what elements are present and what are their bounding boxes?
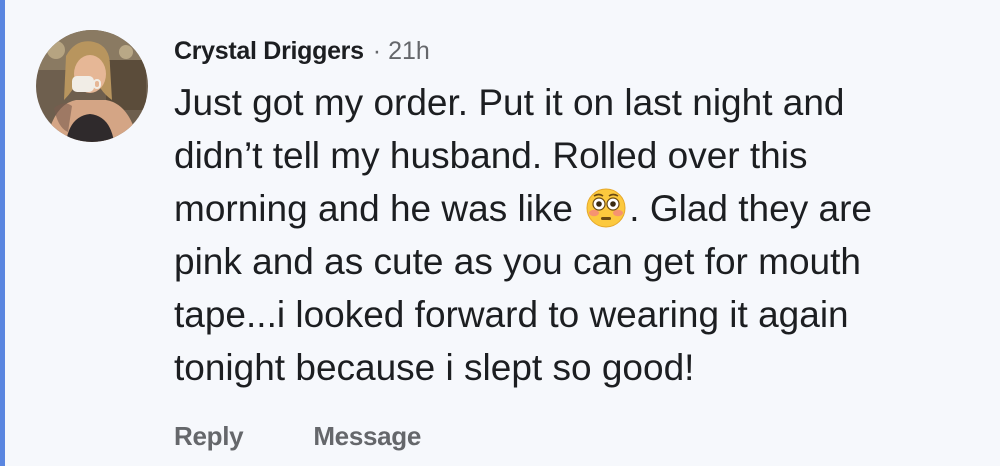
comment-timestamp[interactable]: 21h — [388, 37, 430, 66]
comment-text-segment: . Glad they are — [629, 188, 872, 229]
flushed-face-emoji-icon — [585, 187, 627, 229]
message-button[interactable]: Message — [313, 421, 421, 452]
comment-text-line: morning and he was like . Glad they are — [174, 182, 974, 235]
user-photo-avatar-icon — [36, 30, 148, 142]
comment-text-line: didn’t tell my husband. Rolled over this — [174, 135, 808, 176]
comment-text-line: tape...i looked forward to wearing it ag… — [174, 294, 849, 335]
comment-text-line: pink and as cute as you can get for mout… — [174, 241, 861, 282]
comment-body: Just got my order. Put it on last night … — [174, 76, 974, 394]
author-avatar[interactable] — [36, 30, 148, 142]
left-accent-bar — [0, 0, 5, 466]
reply-button[interactable]: Reply — [174, 421, 244, 452]
comment-actions: Reply Message — [174, 416, 421, 456]
header-separator: · — [372, 36, 382, 65]
comment-text-segment: morning and he was like — [174, 188, 573, 229]
comment-screen: Crystal Driggers · 21h Just got my order… — [0, 0, 1000, 466]
comment-text-line: tonight because i slept so good! — [174, 347, 695, 388]
author-name[interactable]: Crystal Driggers — [174, 37, 364, 66]
comment-text-line: Just got my order. Put it on last night … — [174, 82, 845, 123]
comment-header: Crystal Driggers · 21h — [174, 34, 430, 68]
